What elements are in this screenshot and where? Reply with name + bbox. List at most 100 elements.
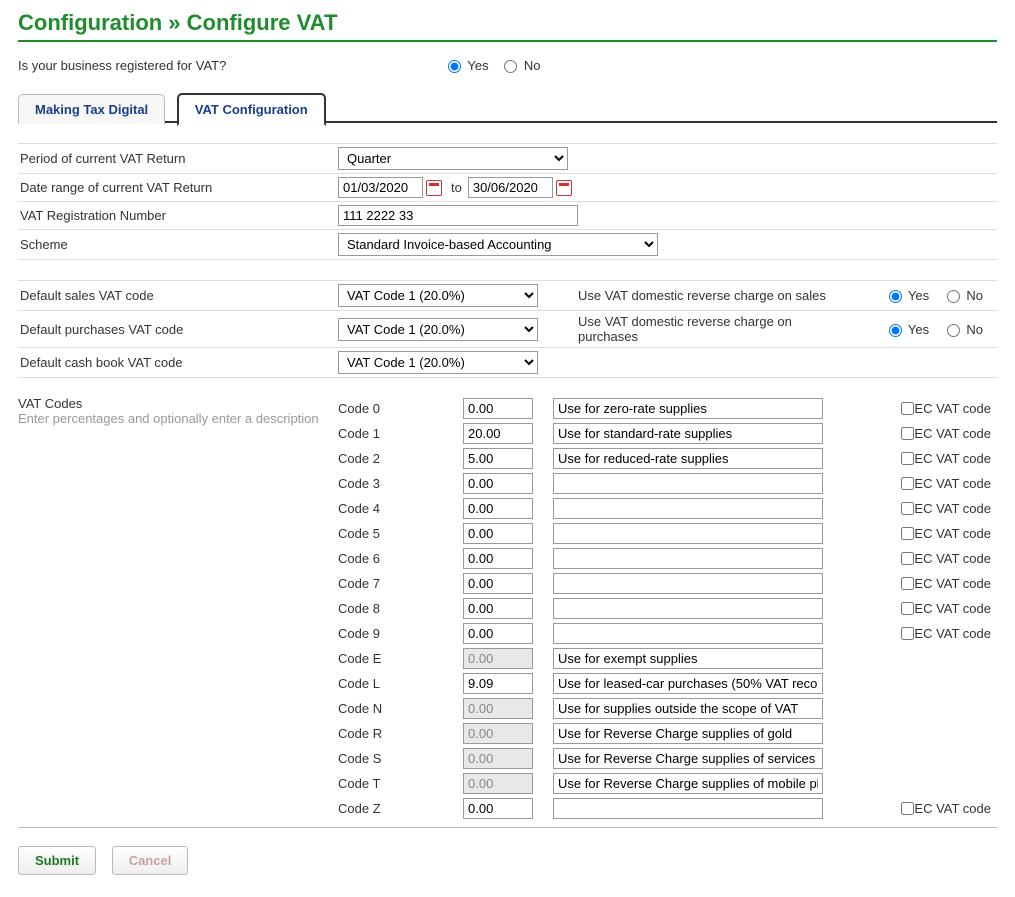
ec-vat-wrap: EC VAT code: [901, 501, 997, 516]
vat-code-percent-input: [463, 648, 533, 669]
reverse-sales-no[interactable]: [947, 290, 960, 303]
vat-code-label: Code Z: [338, 801, 463, 816]
vat-code-label: Code 6: [338, 551, 463, 566]
vat-code-percent-input: [463, 748, 533, 769]
vat-code-label: Code 7: [338, 576, 463, 591]
vat-code-percent-input[interactable]: [463, 573, 533, 594]
vat-code-row: Code 7 EC VAT code: [338, 571, 997, 596]
ec-vat-label: EC VAT code: [914, 526, 991, 541]
ec-vat-checkbox[interactable]: [901, 477, 914, 490]
calendar-icon[interactable]: [426, 180, 442, 196]
vat-code-row: Code S: [338, 746, 997, 771]
vat-codes-sub: Enter percentages and optionally enter a…: [18, 411, 338, 426]
cancel-button[interactable]: Cancel: [112, 846, 189, 875]
ec-vat-checkbox[interactable]: [901, 602, 914, 615]
vat-registered-row: Is your business registered for VAT? Yes…: [18, 44, 997, 91]
vat-code-percent-input[interactable]: [463, 598, 533, 619]
vat-code-desc-input[interactable]: [553, 398, 823, 419]
ec-vat-checkbox[interactable]: [901, 402, 914, 415]
vat-code-row: Code 4 EC VAT code: [338, 496, 997, 521]
vat-code-percent-input[interactable]: [463, 673, 533, 694]
tab-vat-configuration[interactable]: VAT Configuration: [177, 93, 326, 126]
vat-code-desc-input[interactable]: [553, 673, 823, 694]
scheme-label: Scheme: [18, 237, 338, 252]
vat-code-desc-input[interactable]: [553, 498, 823, 519]
ec-vat-label: EC VAT code: [914, 576, 991, 591]
vat-code-percent-input[interactable]: [463, 473, 533, 494]
scheme-select[interactable]: Standard Invoice-based Accounting: [338, 233, 658, 256]
vat-registered-yes[interactable]: [448, 60, 461, 73]
vat-code-desc-input[interactable]: [553, 748, 823, 769]
ec-vat-checkbox[interactable]: [901, 502, 914, 515]
ec-vat-checkbox[interactable]: [901, 427, 914, 440]
vat-code-desc-input[interactable]: [553, 598, 823, 619]
tab-making-tax-digital[interactable]: Making Tax Digital: [18, 94, 165, 124]
vat-code-desc-input[interactable]: [553, 648, 823, 669]
vat-codes-list: Code 0EC VAT codeCode 1EC VAT codeCode 2…: [338, 396, 997, 821]
vat-code-row: Code R: [338, 721, 997, 746]
submit-button[interactable]: Submit: [18, 846, 96, 875]
vatreg-input[interactable]: [338, 205, 578, 226]
ec-vat-checkbox[interactable]: [901, 452, 914, 465]
vat-registered-no[interactable]: [504, 60, 517, 73]
vat-code-row: Code Z EC VAT code: [338, 796, 997, 821]
vat-code-label: Code 9: [338, 626, 463, 641]
vat-code-row: Code 0EC VAT code: [338, 396, 997, 421]
ec-vat-wrap: EC VAT code: [901, 426, 997, 441]
tabs: Making Tax Digital VAT Configuration: [18, 91, 997, 123]
date-from-input[interactable]: [338, 177, 423, 198]
ec-vat-checkbox[interactable]: [901, 627, 914, 640]
vat-code-desc-input[interactable]: [553, 573, 823, 594]
vat-code-desc-input[interactable]: [553, 698, 823, 719]
calendar-icon[interactable]: [556, 180, 572, 196]
default-sales-select[interactable]: VAT Code 1 (20.0%): [338, 284, 538, 307]
vat-code-percent-input[interactable]: [463, 423, 533, 444]
ec-vat-label: EC VAT code: [914, 501, 991, 516]
vat-code-label: Code 2: [338, 451, 463, 466]
vat-code-desc-input[interactable]: [553, 473, 823, 494]
vat-code-desc-input[interactable]: [553, 423, 823, 444]
vat-code-label: Code 8: [338, 601, 463, 616]
vat-code-row: Code 8EC VAT code: [338, 596, 997, 621]
reverse-sales-yes[interactable]: [889, 290, 902, 303]
default-purchases-select[interactable]: VAT Code 1 (20.0%): [338, 318, 538, 341]
ec-vat-checkbox[interactable]: [901, 577, 914, 590]
vat-code-row: Code 9EC VAT code: [338, 621, 997, 646]
date-to-input[interactable]: [468, 177, 553, 198]
vat-code-row: Code 3EC VAT code: [338, 471, 997, 496]
vat-code-row: Code T: [338, 771, 997, 796]
vat-code-label: Code 5: [338, 526, 463, 541]
vat-code-percent-input[interactable]: [463, 498, 533, 519]
ec-vat-checkbox[interactable]: [901, 527, 914, 540]
ec-vat-checkbox[interactable]: [901, 802, 914, 815]
vat-code-percent-input[interactable]: [463, 623, 533, 644]
vat-code-row: Code N: [338, 696, 997, 721]
ec-vat-wrap: EC VAT code: [901, 451, 997, 466]
default-sales-label: Default sales VAT code: [18, 288, 338, 303]
reverse-sales-radios: Yes No: [885, 288, 997, 303]
vat-code-desc-input[interactable]: [553, 448, 823, 469]
vat-code-percent-input[interactable]: [463, 548, 533, 569]
vat-code-percent-input[interactable]: [463, 398, 533, 419]
vat-code-label: Code E: [338, 651, 463, 666]
vat-code-desc-input[interactable]: [553, 548, 823, 569]
default-cashbook-select[interactable]: VAT Code 1 (20.0%): [338, 351, 538, 374]
vat-code-percent-input[interactable]: [463, 798, 533, 819]
vat-code-label: Code T: [338, 776, 463, 791]
ec-vat-label: EC VAT code: [914, 426, 991, 441]
ec-vat-wrap: EC VAT code: [901, 801, 997, 816]
vat-code-desc-input[interactable]: [553, 798, 823, 819]
vat-code-row: Code E: [338, 646, 997, 671]
vat-code-desc-input[interactable]: [553, 523, 823, 544]
vat-code-percent-input[interactable]: [463, 448, 533, 469]
vat-code-percent-input[interactable]: [463, 523, 533, 544]
vat-code-desc-input[interactable]: [553, 623, 823, 644]
ec-vat-checkbox[interactable]: [901, 552, 914, 565]
reverse-purchases-no[interactable]: [947, 324, 960, 337]
vat-code-label: Code 4: [338, 501, 463, 516]
daterange-label: Date range of current VAT Return: [18, 180, 338, 195]
period-select[interactable]: Quarter: [338, 147, 568, 170]
reverse-purchases-yes[interactable]: [889, 324, 902, 337]
vat-code-desc-input[interactable]: [553, 723, 823, 744]
vat-code-desc-input[interactable]: [553, 773, 823, 794]
